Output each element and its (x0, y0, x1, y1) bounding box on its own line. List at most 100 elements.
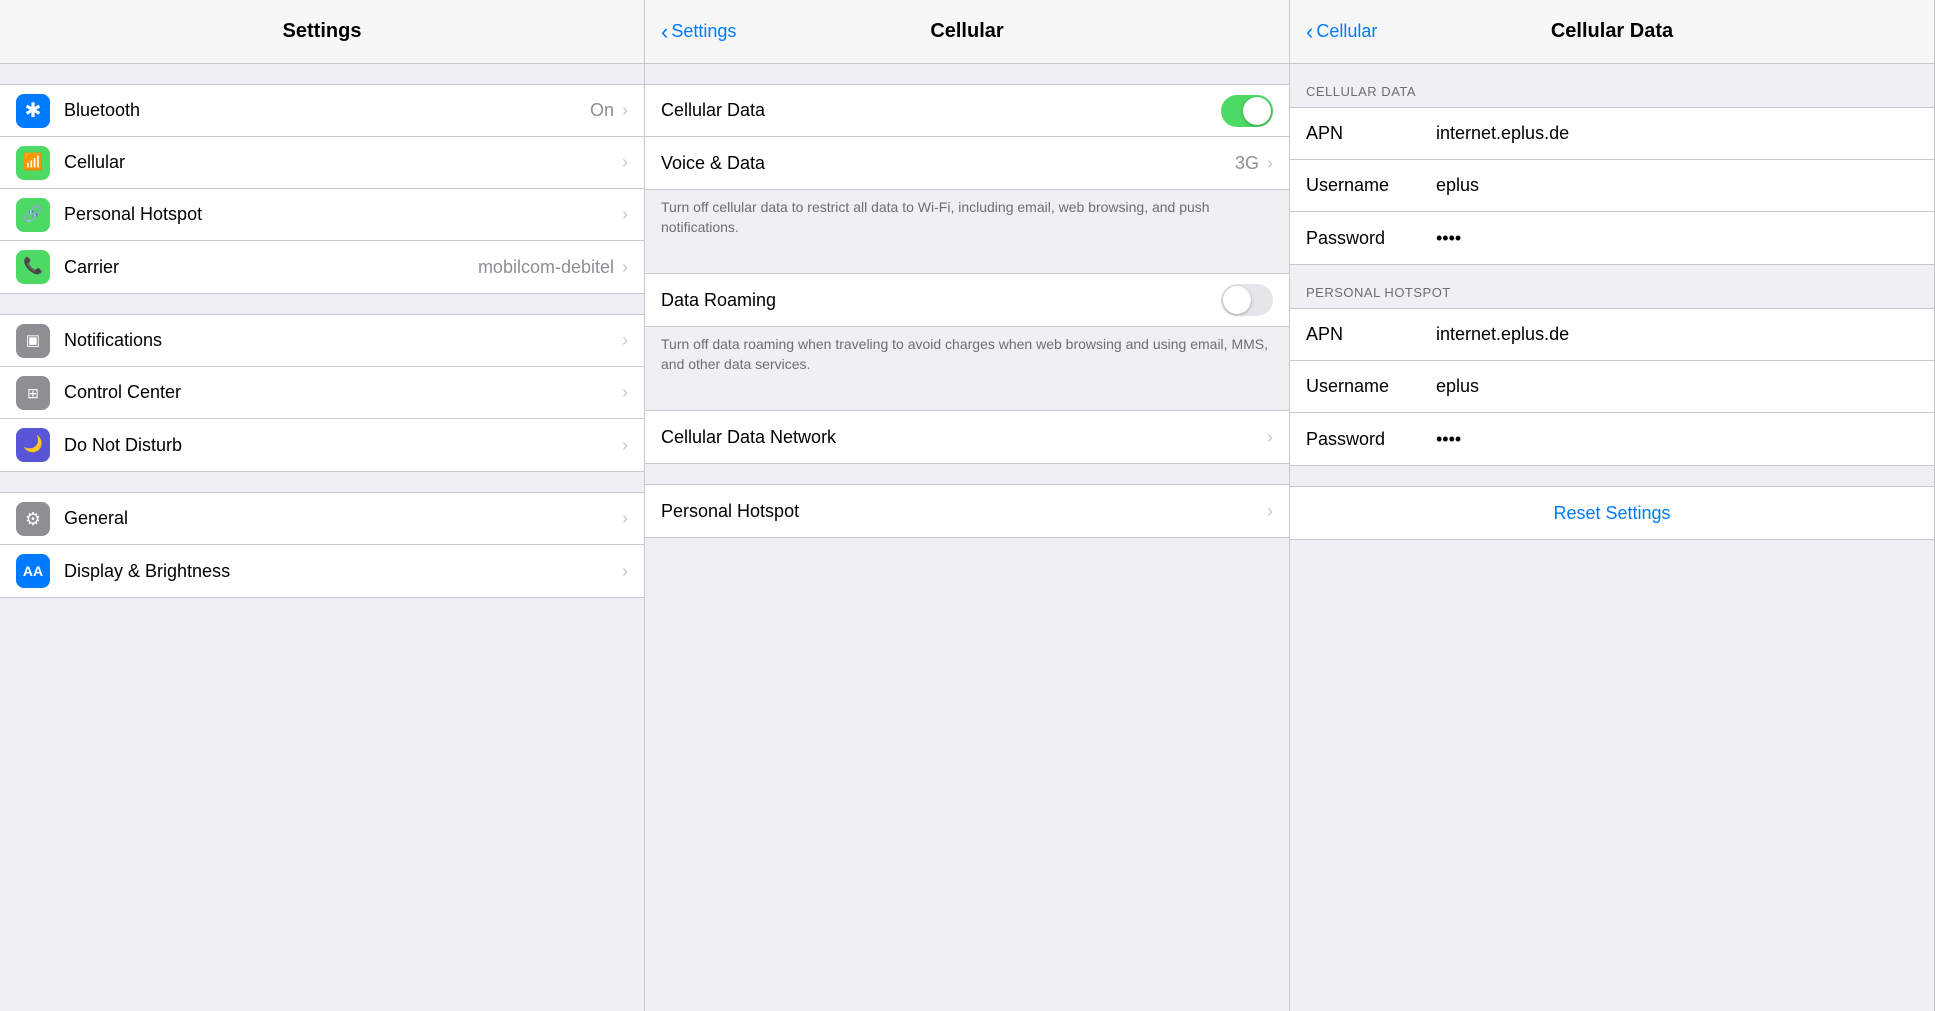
notifications-row[interactable]: ▣ Notifications › (0, 315, 644, 367)
hotspot-password-row[interactable]: Password •••• (1290, 413, 1934, 465)
settings-title: Settings (283, 20, 362, 43)
cellular-apn-label: APN (1306, 123, 1436, 144)
carrier-icon: 📞 (23, 259, 43, 275)
cellular-password-label: Password (1306, 228, 1436, 249)
dnd-chevron: › (622, 435, 628, 456)
cellular-username-row[interactable]: Username eplus (1290, 160, 1934, 212)
general-icon-bg: ⚙ (16, 502, 50, 536)
cellular-data-panel: ‹ Cellular Cellular Data Cellular Data A… (1290, 0, 1935, 1011)
cellular-icon: 📶 (23, 155, 43, 171)
hotspot-username-row[interactable]: Username eplus (1290, 361, 1934, 413)
voice-data-label: Voice & Data (661, 153, 1235, 174)
notifications-icon: ▣ (26, 333, 40, 348)
hotspot-apn-row[interactable]: APN internet.eplus.de (1290, 309, 1934, 361)
cellular-username-value: eplus (1436, 175, 1918, 196)
data-roaming-knob (1223, 286, 1251, 314)
hotspot-password-value: •••• (1436, 429, 1918, 450)
settings-group-network: ✱ Bluetooth On › 📶 Cellular › 🔗 Personal… (0, 84, 644, 294)
notifications-icon-bg: ▣ (16, 324, 50, 358)
dnd-label: Do Not Disturb (64, 435, 622, 456)
personal-hotspot-row-partial[interactable]: Personal Hotspot › (645, 485, 1289, 537)
voice-data-value: 3G (1235, 153, 1259, 174)
cellular-back-button[interactable]: ‹ Settings (661, 21, 736, 43)
dnd-icon-bg: 🌙 (16, 428, 50, 462)
cellular-data-scroll[interactable]: Cellular Data APN internet.eplus.de User… (1290, 64, 1934, 1011)
cellular-data-toggle[interactable] (1221, 95, 1273, 127)
general-label: General (64, 508, 622, 529)
cellular-back-label: Settings (671, 21, 736, 42)
cellular-username-label: Username (1306, 175, 1436, 196)
control-center-label: Control Center (64, 382, 622, 403)
general-chevron: › (622, 508, 628, 529)
cellular-apn-value: internet.eplus.de (1436, 123, 1918, 144)
control-center-icon-bg: ⊞ (16, 376, 50, 410)
hotspot-password-label: Password (1306, 429, 1436, 450)
data-roaming-toggle[interactable] (1221, 284, 1273, 316)
bluetooth-row[interactable]: ✱ Bluetooth On › (0, 85, 644, 137)
notifications-chevron: › (622, 330, 628, 351)
settings-group-system: ▣ Notifications › ⊞ Control Center › 🌙 D… (0, 314, 644, 472)
cellular-data-toggle-row[interactable]: Cellular Data (645, 85, 1289, 137)
cellular-data-fields-group: APN internet.eplus.de Username eplus Pas… (1290, 107, 1934, 265)
reset-settings-group: Reset Settings (1290, 486, 1934, 540)
back-chevron-icon: ‹ (661, 21, 668, 43)
bluetooth-icon: ✱ (25, 101, 42, 121)
hotspot-apn-label: APN (1306, 324, 1436, 345)
voice-data-row[interactable]: Voice & Data 3G › (645, 137, 1289, 189)
cellular-data-network-row[interactable]: Cellular Data Network › (645, 411, 1289, 463)
cellular-data-toggle-label: Cellular Data (661, 100, 1221, 121)
cellular-row[interactable]: 📶 Cellular › (0, 137, 644, 189)
control-center-chevron: › (622, 382, 628, 403)
cellular-apn-row[interactable]: APN internet.eplus.de (1290, 108, 1934, 160)
data-roaming-group: Data Roaming (645, 273, 1289, 327)
carrier-label: Carrier (64, 257, 478, 278)
cellular-data-header: ‹ Cellular Cellular Data (1290, 0, 1934, 64)
control-center-icon: ⊞ (27, 386, 39, 400)
cellular-data-back-button[interactable]: ‹ Cellular (1306, 21, 1377, 43)
display-chevron: › (622, 561, 628, 582)
cellular-chevron: › (622, 152, 628, 173)
hotspot-icon: 🔗 (23, 207, 43, 223)
settings-scroll[interactable]: ✱ Bluetooth On › 📶 Cellular › 🔗 Personal… (0, 64, 644, 1011)
reset-settings-row[interactable]: Reset Settings (1290, 487, 1934, 539)
cdn-chevron: › (1267, 427, 1273, 448)
carrier-icon-bg: 📞 (16, 250, 50, 284)
hotspot-label: Personal Hotspot (64, 204, 622, 225)
voice-data-chevron: › (1267, 153, 1273, 174)
personal-hotspot-row[interactable]: 🔗 Personal Hotspot › (0, 189, 644, 241)
settings-header: Settings (0, 0, 644, 64)
cellular-password-row[interactable]: Password •••• (1290, 212, 1934, 264)
cellular-data-title: Cellular Data (1551, 20, 1673, 43)
display-icon-bg: AA (16, 554, 50, 588)
carrier-chevron: › (622, 257, 628, 278)
settings-group-display: ⚙ General › AA Display & Brightness › (0, 492, 644, 598)
bluetooth-chevron: › (622, 100, 628, 121)
gear-icon: ⚙ (25, 510, 41, 528)
display-icon: AA (23, 564, 43, 578)
cellular-panel: ‹ Settings Cellular Cellular Data Voice … (645, 0, 1290, 1011)
hotspot-section-header: Personal Hotspot (1290, 265, 1934, 308)
data-roaming-row[interactable]: Data Roaming (645, 274, 1289, 326)
hotspot-username-label: Username (1306, 376, 1436, 397)
do-not-disturb-row[interactable]: 🌙 Do Not Disturb › (0, 419, 644, 471)
carrier-row[interactable]: 📞 Carrier mobilcom-debitel › (0, 241, 644, 293)
general-row[interactable]: ⚙ General › (0, 493, 644, 545)
cellular-data-knob (1243, 97, 1271, 125)
cellular-data-network-group: Cellular Data Network › (645, 410, 1289, 464)
personal-hotspot-group-partial: Personal Hotspot › (645, 484, 1289, 538)
display-row[interactable]: AA Display & Brightness › (0, 545, 644, 597)
cellular-icon-bg: 📶 (16, 146, 50, 180)
cellular-data-back-label: Cellular (1316, 21, 1377, 42)
ph-chevron: › (1267, 501, 1273, 522)
cellular-scroll[interactable]: Cellular Data Voice & Data 3G › Turn off… (645, 64, 1289, 1011)
hotspot-fields-group: APN internet.eplus.de Username eplus Pas… (1290, 308, 1934, 466)
reset-settings-label: Reset Settings (1553, 503, 1670, 524)
hotspot-chevron: › (622, 204, 628, 225)
display-label: Display & Brightness (64, 561, 622, 582)
cellular-header: ‹ Settings Cellular (645, 0, 1289, 64)
control-center-row[interactable]: ⊞ Control Center › (0, 367, 644, 419)
bluetooth-icon-bg: ✱ (16, 94, 50, 128)
back-chevron-icon-2: ‹ (1306, 21, 1313, 43)
cellular-title: Cellular (930, 20, 1003, 43)
settings-panel: Settings ✱ Bluetooth On › 📶 Cellular › (0, 0, 645, 1011)
